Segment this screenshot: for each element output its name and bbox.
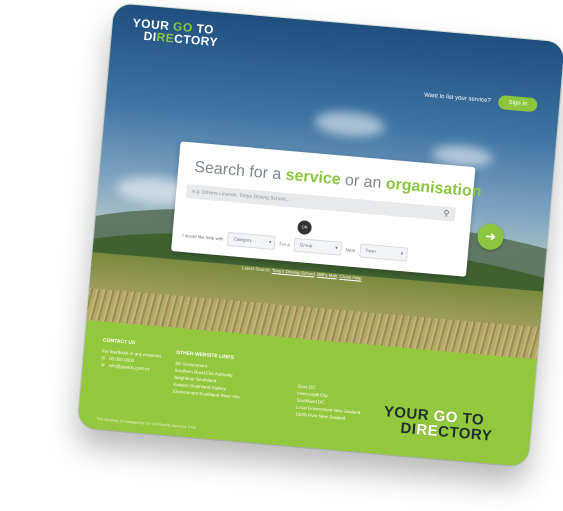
contact-column: CONTACT US For feedback or any enquiries…: [101, 337, 163, 373]
headline-organisation: organisation: [385, 175, 483, 201]
search-icon[interactable]: ⚲: [443, 208, 450, 220]
logo-text: RE: [415, 421, 439, 440]
or-toggle[interactable]: OR: [297, 219, 313, 236]
near-label: Near: [345, 246, 356, 253]
group-select[interactable]: Group: [293, 237, 343, 256]
logo-text: DI: [399, 419, 418, 439]
town-select[interactable]: Town: [358, 243, 408, 262]
links-column-2: Gore DC Invercargill City Southland DC L…: [295, 383, 362, 423]
headline-text: or an: [339, 171, 387, 193]
footer-credit: This directory is managed by the Communi…: [95, 417, 197, 430]
footer-logo[interactable]: YOUR GO TO DIRECTORY: [382, 403, 494, 445]
email-icon: ✉: [100, 362, 105, 368]
for-label: For a: [279, 240, 291, 247]
category-select[interactable]: Category: [226, 231, 277, 251]
logo-text: DI: [143, 28, 158, 44]
headline-service: service: [284, 166, 342, 189]
search-placeholder: e.g. Drivers License, Tonys Driving Scho…: [192, 188, 290, 204]
list-service-link[interactable]: Want to list your service?: [424, 92, 491, 104]
website-screenshot: YOUR GO TO DIRECTORY Want to list your s…: [77, 3, 563, 467]
logo-text: RE: [156, 29, 175, 46]
logo-text: CTORY: [437, 422, 493, 445]
arrow-right-icon: ➜: [484, 228, 497, 245]
filter-prefix: I would like help with: [182, 232, 224, 242]
headline-text: Search for a: [193, 158, 287, 184]
links-column: OTHER WEBSITE LINKS SE Government Southe…: [173, 350, 244, 401]
